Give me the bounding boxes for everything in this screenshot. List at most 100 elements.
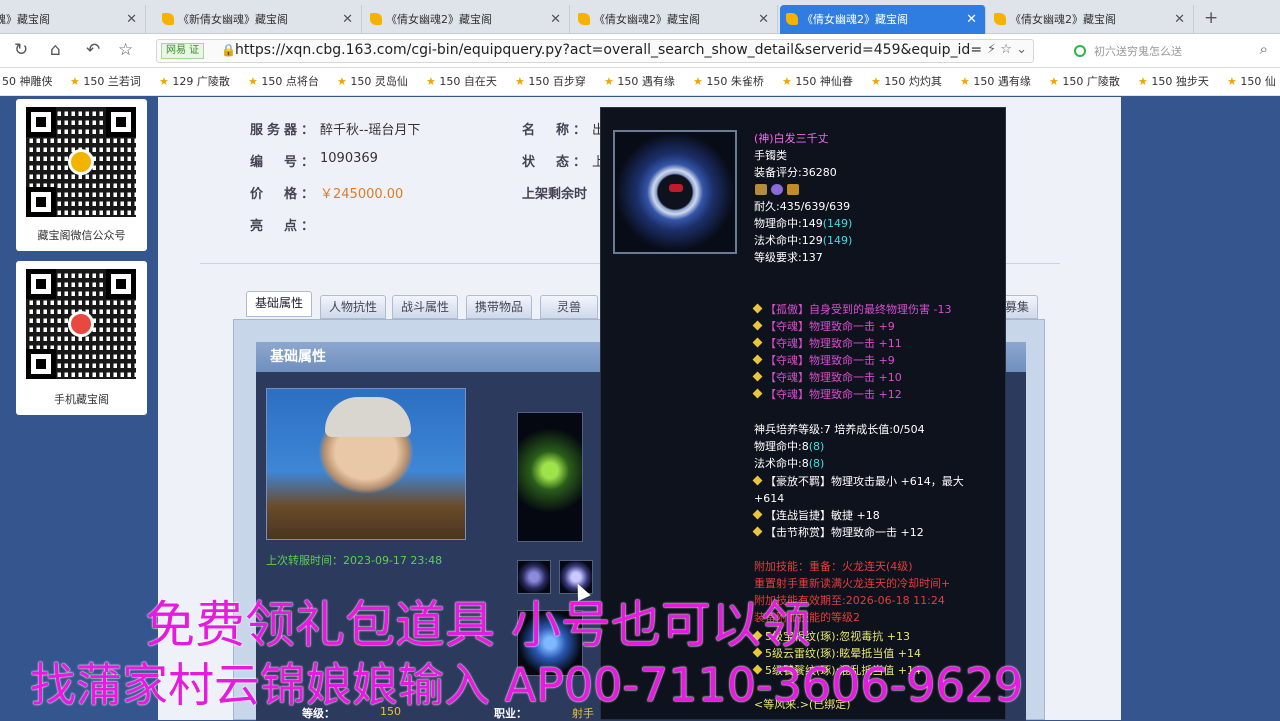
bookmark-icon: ★ bbox=[70, 75, 80, 88]
close-icon[interactable]: ✕ bbox=[550, 5, 561, 34]
browser-tab[interactable]: 《倩女幽魂2》藏宝阁 ✕ bbox=[988, 5, 1194, 34]
price-label: 价 格： bbox=[250, 187, 319, 202]
bookmark-item[interactable]: ★ 150 百步穿 bbox=[515, 73, 586, 89]
qr-card-wechat: 藏宝阁微信公众号 bbox=[16, 99, 147, 251]
bolt-icon[interactable]: ⚡ ☆ ⌄ bbox=[987, 42, 1027, 57]
item-score: 装备评分:36280 bbox=[754, 166, 837, 179]
lock-icon: 🔒 bbox=[221, 43, 236, 57]
refresh-icon[interactable]: ↻ bbox=[14, 40, 28, 60]
search-engine-icon bbox=[1074, 45, 1086, 57]
bookmark-icon: ★ bbox=[337, 75, 347, 88]
favicon-icon bbox=[370, 13, 382, 25]
bookmark-icon: ★ bbox=[1227, 75, 1237, 88]
stone-line: 5级饕餮纹(琢):混乱抵当值 +14 bbox=[752, 662, 921, 679]
bookmark-item[interactable]: ★ 150 点将台 bbox=[248, 73, 319, 89]
close-icon[interactable]: ✕ bbox=[126, 5, 137, 34]
url-input[interactable]: 网易 证 🔒 https://xqn.cbg.163.com/cgi-bin/e… bbox=[156, 39, 1034, 63]
stone-line: 5级宝相纹(琢):忽视毒抗 +13 bbox=[752, 628, 910, 645]
item-name: (神)白发三千丈 bbox=[754, 132, 829, 145]
tab-combat[interactable]: 战斗属性 bbox=[392, 295, 459, 319]
diamond-icon bbox=[752, 371, 763, 382]
tab-basic[interactable]: 基础属性 bbox=[246, 291, 313, 317]
browser-tab[interactable]: 《倩女幽魂2》藏宝阁 ✕ bbox=[364, 5, 570, 34]
spirit-bonus: 【击节称赏】物理致命一击 +12 bbox=[752, 524, 924, 541]
address-bar: ↻ ⌂ ↶ ☆ 网易 证 🔒 https://xqn.cbg.163.com/c… bbox=[0, 34, 1280, 68]
bookmark-icon: ★ bbox=[515, 75, 525, 88]
equip-slot[interactable] bbox=[517, 560, 551, 594]
search-icon[interactable]: ⌕ bbox=[1260, 40, 1268, 58]
bookmark-item[interactable]: ★ 150 广陵散 bbox=[1049, 73, 1120, 89]
tab-pet[interactable]: 灵兽 bbox=[540, 295, 598, 319]
extra-skill-desc: 重置射手重新读满火龙连天的冷却时间+ bbox=[754, 577, 951, 590]
id-label: 编 号： bbox=[250, 155, 319, 170]
diamond-icon bbox=[752, 526, 763, 537]
weapon-slot[interactable] bbox=[517, 412, 583, 542]
bookmark-item[interactable]: ★ 150 独步天 bbox=[1138, 73, 1209, 89]
browser-tab-bar: 倩女幽魂》藏宝阁✕ 《新倩女幽魂》藏宝阁✕ 《倩女幽魂2》藏宝阁✕ 《倩女幽魂2… bbox=[0, 0, 1280, 34]
new-tab-button[interactable]: + bbox=[1204, 8, 1218, 28]
bookmark-icon: ★ bbox=[693, 75, 703, 88]
item-durability: 耐久:435/639/639 bbox=[754, 200, 851, 213]
bookmark-item[interactable]: ★ 150 灼灼其 bbox=[871, 73, 942, 89]
browser-tab-active[interactable]: 《倩女幽魂2》藏宝阁 ✕ bbox=[780, 5, 986, 34]
bookmark-item[interactable]: ★ 150 仙 bbox=[1227, 73, 1276, 89]
favicon-icon bbox=[786, 13, 798, 25]
close-icon[interactable]: ✕ bbox=[758, 5, 769, 34]
diamond-icon bbox=[752, 303, 763, 314]
bookmark-item[interactable]: ★ 150 遇有缘 bbox=[604, 73, 675, 89]
spirit-bonus-cont: +614 bbox=[754, 492, 785, 505]
browser-tab[interactable]: 倩女幽魂》藏宝阁✕ bbox=[0, 5, 146, 34]
browser-tab[interactable]: 《倩女幽魂2》藏宝阁 ✕ bbox=[572, 5, 778, 34]
bookmark-icon: ★ bbox=[960, 75, 970, 88]
item-level-req: 等级要求:137 bbox=[754, 251, 823, 264]
extra-skill: 附加技能：重备：火龙连天(4级) bbox=[754, 560, 913, 573]
bookmark-item[interactable]: ★ 150 神仙眷 bbox=[782, 73, 853, 89]
close-icon[interactable]: ✕ bbox=[342, 5, 353, 34]
favicon-icon bbox=[994, 13, 1006, 25]
extra-skill-expiry: 附加技能有效期至:2026-06-18 11:24 bbox=[754, 594, 945, 607]
bound-owner: <等风来.>(已绑定) bbox=[754, 698, 851, 711]
favicon-icon bbox=[578, 13, 590, 25]
price-value: ￥245000.00 bbox=[320, 187, 404, 202]
equip-slot[interactable] bbox=[517, 610, 583, 676]
diamond-icon bbox=[752, 475, 763, 486]
status-label: 状 态： bbox=[522, 155, 591, 170]
class-value: 射手 bbox=[572, 707, 594, 720]
bookmark-item[interactable]: ★ 150 朱雀桥 bbox=[693, 73, 764, 89]
item-effect: 【夺魂】物理致命一击 +10 bbox=[752, 369, 902, 386]
bookmark-item[interactable]: ★ 129 广陵散 bbox=[159, 73, 230, 89]
item-type: 手镯类 bbox=[754, 149, 787, 162]
server-label: 服务器： bbox=[250, 123, 319, 138]
search-input[interactable]: 初六送穷鬼怎么送 ⌕ bbox=[1066, 39, 1272, 63]
bookmark-item[interactable]: ★ 150 灵岛仙 bbox=[337, 73, 408, 89]
undo-icon[interactable]: ↶ bbox=[86, 40, 100, 60]
last-transfer-time: 上次转服时间：2023-09-17 23:48 bbox=[266, 554, 443, 567]
highlight-label: 亮 点： bbox=[250, 219, 319, 234]
bookmark-item[interactable]: ★ 150 遇有缘 bbox=[960, 73, 1031, 89]
bookmark-icon: ★ bbox=[426, 75, 436, 88]
item-tooltip: (神)白发三千丈 手镯类 装备评分:36280 耐久:435/639/639 物… bbox=[600, 107, 1006, 720]
bookmark-icon: ★ bbox=[248, 75, 258, 88]
right-background bbox=[1121, 97, 1280, 720]
level-value: 150 bbox=[380, 705, 401, 718]
close-icon[interactable]: ✕ bbox=[1174, 5, 1185, 34]
stone-line: 5级云雷纹(琢):眩晕抵当值 +14 bbox=[752, 645, 921, 662]
diamond-icon bbox=[752, 388, 763, 399]
bookmark-item[interactable]: ★ 150 自在天 bbox=[426, 73, 497, 89]
url-text[interactable]: https://xqn.cbg.163.com/cgi-bin/equipque… bbox=[235, 42, 995, 58]
close-icon[interactable]: ✕ bbox=[966, 5, 977, 34]
extra-skill-level: 装备附加技能的等级2 bbox=[754, 611, 860, 624]
bookmark-bar: 50 神雕侠 ★ 150 兰若词 ★ 129 广陵散 ★ 150 点将台 ★ 1… bbox=[0, 68, 1280, 96]
bookmark-icon: ★ bbox=[782, 75, 792, 88]
bookmark-item[interactable]: 50 神雕侠 bbox=[2, 73, 53, 89]
tab-inventory[interactable]: 携带物品 bbox=[466, 295, 533, 319]
home-icon[interactable]: ⌂ bbox=[50, 40, 61, 60]
train-level: 神兵培养等级:7 培养成长值:0/504 bbox=[754, 423, 925, 436]
favicon-icon bbox=[162, 13, 174, 25]
bookmark-item[interactable]: ★ 150 兰若词 bbox=[70, 73, 141, 89]
browser-tab[interactable]: 《新倩女幽魂》藏宝阁 ✕ bbox=[156, 5, 362, 34]
star-icon[interactable]: ☆ bbox=[118, 40, 133, 60]
logo-icon bbox=[68, 311, 94, 337]
item-effect: 【夺魂】物理致命一击 +9 bbox=[752, 318, 895, 335]
tab-resistance[interactable]: 人物抗性 bbox=[320, 295, 387, 319]
